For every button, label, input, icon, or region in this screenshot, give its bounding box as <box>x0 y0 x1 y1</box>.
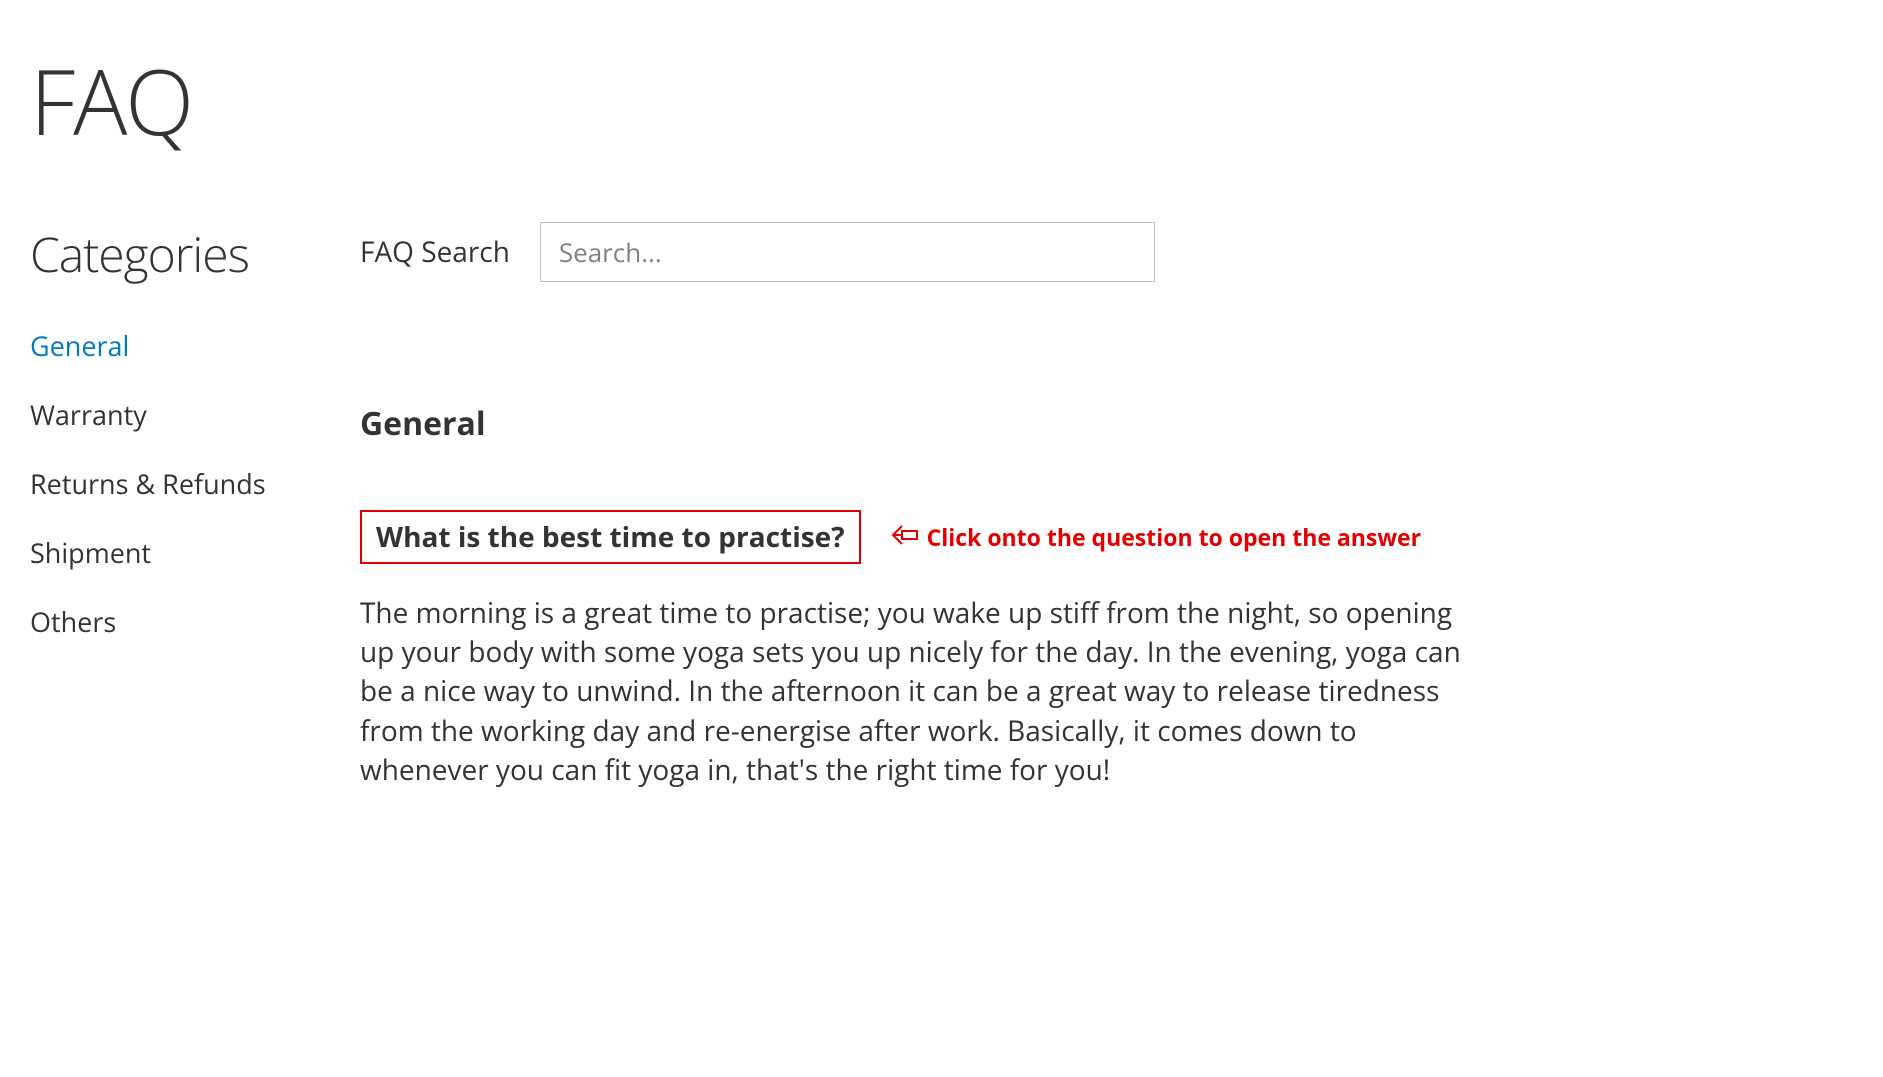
categories-sidebar: Categories General Warranty Returns & Re… <box>30 222 310 790</box>
question-row: What is the best time to practise? Click… <box>360 510 1853 564</box>
annotation: Click onto the question to open the answ… <box>891 521 1422 553</box>
search-row: FAQ Search <box>360 222 1853 282</box>
category-list: General Warranty Returns & Refunds Shipm… <box>30 327 310 640</box>
faq-answer: The morning is a great time to practise;… <box>360 594 1470 790</box>
categories-heading: Categories <box>30 222 310 287</box>
annotation-text: Click onto the question to open the answ… <box>927 521 1422 553</box>
category-item-shipment[interactable]: Shipment <box>30 534 310 571</box>
category-item-warranty[interactable]: Warranty <box>30 396 310 433</box>
category-item-others[interactable]: Others <box>30 603 310 640</box>
category-item-returns-refunds[interactable]: Returns & Refunds <box>30 465 310 502</box>
main-content: FAQ Search General What is the best time… <box>360 222 1853 790</box>
arrow-left-icon <box>891 521 919 553</box>
question-text: What is the best time to practise? <box>376 518 845 556</box>
search-input[interactable] <box>540 222 1155 282</box>
page-title: FAQ <box>30 40 1853 162</box>
section-heading: General <box>360 402 1853 445</box>
category-item-general[interactable]: General <box>30 327 310 364</box>
main-container: Categories General Warranty Returns & Re… <box>30 222 1853 790</box>
search-label: FAQ Search <box>360 233 510 271</box>
faq-question[interactable]: What is the best time to practise? <box>360 510 861 564</box>
